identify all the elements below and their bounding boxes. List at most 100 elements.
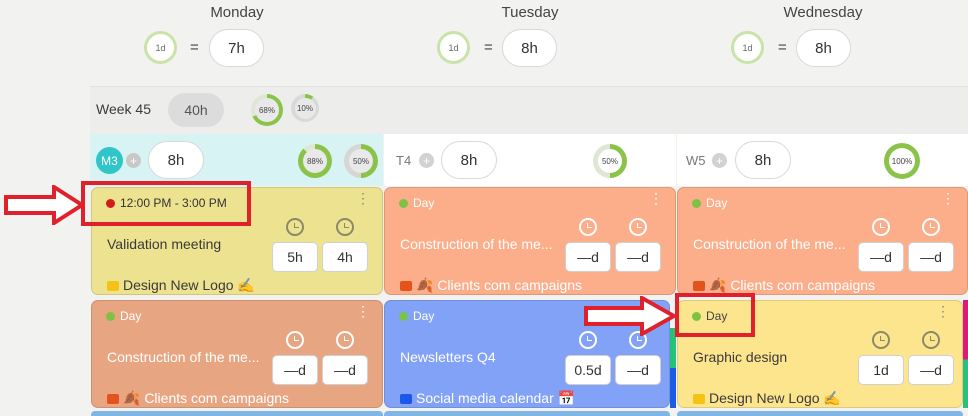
day-name-monday: Monday — [210, 4, 264, 21]
clock-icon — [872, 218, 890, 236]
clock-icon — [922, 331, 940, 349]
week-secondary-value: 10% — [294, 97, 316, 119]
more-options-icon[interactable]: ⋮ — [941, 191, 955, 205]
planned-duration[interactable]: —d — [858, 242, 904, 272]
column-progress-value: 100% — [889, 148, 915, 174]
annotation-arrow-icon — [584, 296, 676, 336]
project-name: 🍂 Clients com campaigns — [123, 390, 290, 406]
equals-sign: = — [190, 39, 199, 56]
day-name-wednesday: Wednesday — [783, 4, 863, 21]
more-options-icon[interactable]: ⋮ — [649, 191, 663, 205]
task-title: Construction of the me... — [107, 349, 260, 365]
project-link[interactable]: Design New Logo ✍ — [693, 390, 841, 407]
clock-icon — [629, 218, 647, 236]
week-hours[interactable]: 40h — [168, 93, 224, 127]
task-time: Day — [106, 309, 141, 323]
actual-duration[interactable]: —d — [908, 355, 954, 385]
project-name: 🍂 Clients com campaigns — [416, 277, 583, 293]
task-title: Construction of the me... — [400, 236, 553, 252]
task-title: Validation meeting — [107, 236, 222, 252]
status-dot-icon — [692, 198, 701, 208]
task-time: Day — [399, 196, 434, 210]
task-card-construction[interactable]: Day ⋮ Construction of the me... —d —d 🍂 … — [91, 300, 383, 408]
day-code-wednesday: W5 — [686, 153, 706, 168]
project-link[interactable]: Social media calendar 📅 — [400, 390, 575, 407]
project-name: Social media calendar 📅 — [416, 390, 576, 406]
column-progress-donut-wednesday: 100% — [884, 143, 920, 179]
status-dot-icon — [399, 198, 408, 208]
planned-duration[interactable]: —d — [272, 355, 318, 385]
day-hours-wednesday[interactable]: 8h — [796, 29, 851, 67]
column-hours-wednesday[interactable]: 8h — [735, 141, 791, 179]
color-stripe — [670, 328, 676, 408]
add-icon[interactable]: + — [712, 153, 727, 168]
project-name: Design New Logo ✍ — [709, 390, 841, 406]
day-name-tuesday: Tuesday — [501, 4, 559, 21]
column-hours-tuesday[interactable]: 8h — [441, 141, 497, 179]
planned-duration[interactable]: 1d — [858, 355, 904, 385]
planned-duration[interactable]: —d — [565, 242, 611, 272]
add-icon[interactable]: + — [126, 153, 141, 168]
task-card-construction[interactable]: Day ⋮ Construction of the me... —d —d 🍂 … — [677, 187, 968, 295]
status-dot-icon — [399, 311, 408, 321]
clock-icon — [872, 331, 890, 349]
folder-icon — [107, 280, 119, 291]
column-secondary-value: 50% — [349, 149, 373, 173]
project-link[interactable]: Design New Logo ✍ — [107, 277, 255, 294]
day-capacity-ring-wednesday: 1d — [731, 31, 764, 64]
task-time: Day — [692, 196, 727, 210]
equals-sign: = — [484, 39, 493, 56]
day-code-tuesday: T4 — [396, 153, 412, 168]
task-title: Construction of the me... — [693, 236, 846, 252]
week-progress-value: 68% — [255, 98, 279, 122]
highlight-box — [675, 293, 755, 337]
day-hours-monday[interactable]: 7h — [209, 29, 264, 67]
card-row-edge — [677, 411, 963, 416]
column-progress-donut-monday: 88% — [298, 144, 332, 178]
card-row-edge — [384, 411, 670, 416]
equals-sign: = — [778, 39, 787, 56]
clock-icon — [579, 218, 597, 236]
column-progress-donut-tuesday: 50% — [593, 144, 627, 178]
column-progress-value: 88% — [303, 149, 327, 173]
column-hours-monday[interactable]: 8h — [148, 141, 204, 179]
more-options-icon[interactable]: ⋮ — [356, 304, 370, 318]
more-options-icon[interactable]: ⋮ — [936, 304, 950, 318]
add-icon[interactable]: + — [419, 153, 434, 168]
status-dot-icon — [106, 311, 115, 321]
week-progress-donut-secondary: 10% — [291, 94, 319, 122]
project-link[interactable]: 🍂 Clients com campaigns — [107, 390, 289, 407]
day-code-badge-monday: M3 — [96, 147, 123, 174]
more-options-icon[interactable]: ⋮ — [356, 191, 370, 205]
project-name: 🍂 Clients com campaigns — [709, 277, 876, 293]
actual-duration[interactable]: —d — [615, 242, 661, 272]
clock-icon — [286, 218, 304, 236]
actual-duration[interactable]: —d — [908, 242, 954, 272]
actual-duration[interactable]: 4h — [322, 242, 368, 272]
week-progress-donut: 68% — [251, 94, 283, 126]
color-stripe — [963, 300, 968, 408]
task-time-label: Day — [706, 196, 728, 210]
briefcase-icon — [400, 393, 412, 404]
day-capacity-ring-monday: 1d — [144, 31, 177, 64]
task-time-label: Day — [413, 309, 435, 323]
day-capacity-ring-tuesday: 1d — [437, 31, 470, 64]
task-time: Day — [399, 309, 434, 323]
project-link[interactable]: 🍂 Clients com campaigns — [693, 277, 875, 294]
project-link[interactable]: 🍂 Clients com campaigns — [400, 277, 582, 294]
actual-duration[interactable]: —d — [615, 355, 661, 385]
week-label: Week 45 — [96, 101, 151, 117]
folder-icon — [693, 393, 705, 404]
annotation-arrow-icon — [4, 185, 84, 225]
task-time-label: Day — [120, 309, 142, 323]
actual-duration[interactable]: —d — [322, 355, 368, 385]
task-title: Graphic design — [693, 349, 788, 365]
planned-duration[interactable]: 5h — [272, 242, 318, 272]
briefcase-icon — [693, 280, 705, 291]
task-card-construction[interactable]: Day ⋮ Construction of the me... —d —d 🍂 … — [384, 187, 676, 295]
day-hours-tuesday[interactable]: 8h — [502, 29, 557, 67]
planned-duration[interactable]: 0.5d — [565, 355, 611, 385]
clock-icon — [336, 218, 354, 236]
task-title: Newsletters Q4 — [400, 349, 496, 365]
project-name: Design New Logo ✍ — [123, 277, 255, 293]
